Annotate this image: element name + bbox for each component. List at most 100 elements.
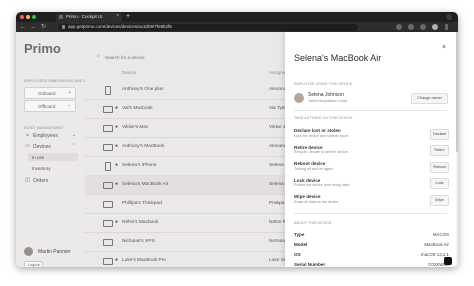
tab-search-icon[interactable] [446, 14, 452, 20]
divider [294, 110, 447, 111]
scrollbar-thumb[interactable] [456, 32, 458, 152]
back-icon[interactable]: ← [20, 23, 26, 31]
device-assignee: Phillipa [269, 200, 285, 206]
user-name: Martin Pannier [38, 249, 71, 255]
action-button[interactable]: Retire [430, 145, 449, 156]
column-header-device[interactable]: Device [122, 70, 136, 75]
apple-icon: ● [115, 104, 119, 111]
action-description: Lock the device and submit report [294, 133, 348, 138]
laptop-icon [103, 220, 113, 227]
device-name: Anthony's One plus [122, 86, 164, 92]
action-description: Protect the device from being used [294, 183, 350, 187]
user-plus-icon: + [68, 90, 71, 96]
share-icon[interactable] [396, 24, 402, 30]
sidebar-item-label: Inventory [32, 165, 51, 171]
laptop-icon [103, 201, 113, 208]
device-name: Nithin's Macbook [122, 219, 159, 225]
phone-icon [105, 162, 111, 171]
chat-icon[interactable] [444, 257, 452, 265]
sidebar-item-label: Employees [33, 132, 58, 139]
extensions-icon[interactable] [420, 24, 426, 30]
table-row[interactable]: ●Nithin's Macbook Nithin Rao [85, 213, 285, 233]
change-owner-label: Change owner [417, 96, 442, 101]
bookmark-star-icon[interactable] [408, 24, 414, 30]
sidebar-item-employees[interactable]: ☺ Employees ⌄ [24, 131, 76, 140]
table-row[interactable]: Anthony's One plus Alexandre [85, 80, 285, 100]
employee-name: Selena Johnson [308, 92, 344, 98]
sidebar-item-in-use[interactable]: In use [28, 153, 78, 161]
user-minus-icon: − [68, 103, 71, 109]
action-title: Declare lost or stolen [294, 128, 341, 133]
users-icon: ☺ [24, 132, 31, 138]
offboard-button[interactable]: Offboard − [24, 100, 76, 112]
device-assignee: Val Tyler [269, 105, 285, 111]
device-assignee: Nithin Rao [269, 219, 285, 225]
device-assignee: Nicholas [269, 238, 285, 244]
forward-icon[interactable]: → [30, 23, 36, 31]
table-row[interactable]: Phillipa's Thinkpad Phillipa [85, 194, 285, 214]
action-title: Lock device [294, 177, 321, 183]
device-assignee: Alexandre [269, 86, 285, 92]
search-icon: ⌕ [97, 53, 100, 59]
url-field[interactable]: app.getprimo.com/devices/devices/ac3d09/… [58, 23, 358, 31]
table-row[interactable]: ●Val's Macbook Val Tyler [85, 99, 285, 119]
logout-button[interactable]: Logout [24, 261, 43, 267]
device-name: Val's Macbook [122, 105, 153, 111]
sidebar-item-label: Orders [33, 177, 49, 184]
employee-title: Talent Acquisition Lead [308, 98, 347, 103]
favicon-icon [59, 15, 63, 19]
device-name: Vikkie's Mac [122, 124, 149, 130]
action-button[interactable]: Reboot [430, 161, 449, 173]
laptop-icon [103, 182, 113, 189]
table-row[interactable]: ●Selena's MacBook Air Selena Johnson [85, 175, 285, 195]
laptop-icon [103, 125, 113, 132]
browser-tab[interactable]: Primo - Cockpit UI × [56, 13, 122, 22]
search-bar: ⌕ [97, 53, 277, 62]
info-value: MACOS [432, 232, 449, 237]
close-icon[interactable]: × [442, 44, 446, 51]
close-tab-icon[interactable]: × [116, 13, 119, 19]
maximize-window-dot[interactable] [32, 15, 36, 19]
table-row[interactable]: Nicholas's XPS Nicholas [85, 232, 285, 252]
action-button-label: Reboot [433, 164, 446, 169]
action-button[interactable]: Declare [430, 128, 449, 140]
search-input[interactable] [105, 53, 255, 61]
browser-menu-icon[interactable] [445, 24, 448, 30]
laptop-icon [103, 258, 113, 265]
info-value: MacBook Air [424, 242, 449, 247]
device-name: Nicholas's XPS [122, 238, 155, 244]
device-assignee: Luke Smith [269, 257, 285, 263]
apple-icon: ● [115, 161, 119, 168]
close-window-dot[interactable] [20, 15, 24, 19]
reload-icon[interactable]: ↻ [41, 23, 46, 31]
sidebar-item-devices[interactable]: ▭ Devices ⌃ [24, 142, 76, 151]
sidebar-item-label: In use [32, 154, 45, 160]
sidebar-item-orders[interactable]: ◫ Orders [24, 176, 76, 185]
chevron-up-icon: ⌃ [71, 143, 76, 149]
info-label: Serial Number [294, 262, 326, 267]
apple-icon: ● [115, 142, 119, 149]
action-description: Erase all data on the device [294, 199, 339, 204]
profile-icon[interactable] [432, 24, 438, 30]
table-row[interactable]: ●Vikkie's Mac Vikkie Jones [85, 118, 285, 138]
sidebar: Primo EMPLOYEES ONBOARDING AND EXIT Onbo… [16, 32, 92, 267]
panel-scrollbar[interactable] [456, 32, 458, 267]
sidebar-item-inventory[interactable]: Inventory [28, 164, 78, 172]
new-tab-button[interactable]: + [126, 12, 130, 22]
user-profile[interactable]: Martin Pannier [24, 247, 79, 257]
action-button[interactable]: Wipe [430, 194, 449, 206]
divider [294, 213, 447, 214]
primo-logo[interactable]: Primo [24, 41, 61, 56]
action-title: Retire device [294, 144, 323, 150]
avatar [24, 247, 33, 256]
table-row[interactable]: ●Luke's MacBook Pro Luke Smith [85, 251, 285, 267]
table-row[interactable]: ●Selena's iPhone Selena Johnson [85, 156, 285, 176]
change-owner-button[interactable]: Change owner [411, 93, 448, 104]
device-assignee: Vikkie Jones [269, 124, 285, 130]
action-button[interactable]: Lock [430, 178, 449, 189]
onboard-button[interactable]: Onboard + [24, 87, 76, 99]
device-assignee: Alexandre [269, 143, 285, 149]
table-row[interactable]: ●Anthony's MacBook Alexandre [85, 137, 285, 157]
onboard-label: Onboard [38, 90, 56, 96]
minimize-window-dot[interactable] [26, 15, 30, 19]
